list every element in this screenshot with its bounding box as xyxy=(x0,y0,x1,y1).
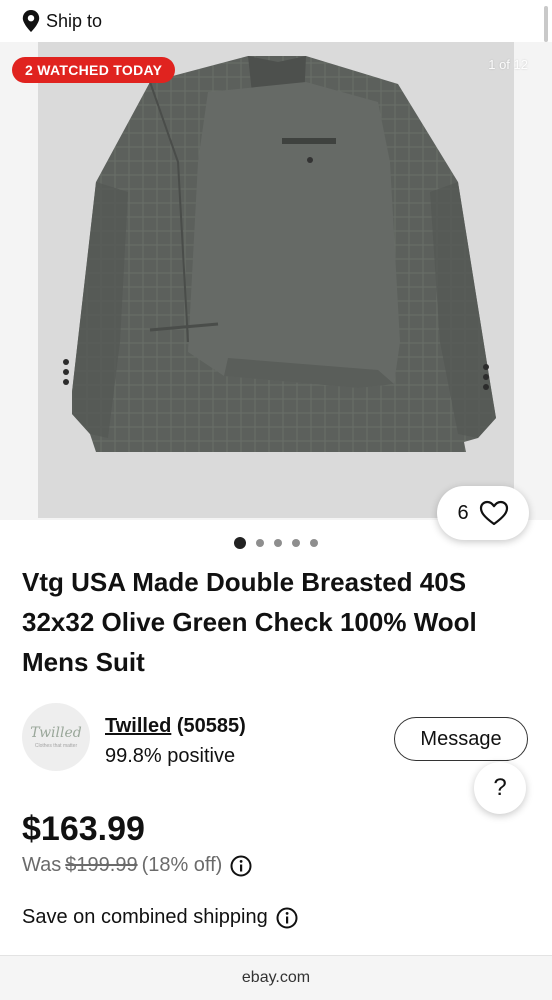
seller-avatar[interactable]: Twilled Clothes that matter xyxy=(22,703,90,771)
scrollbar[interactable] xyxy=(544,6,548,42)
info-icon[interactable] xyxy=(230,855,252,877)
info-icon[interactable] xyxy=(276,907,298,929)
pagination-dot[interactable] xyxy=(256,539,264,547)
pagination-dot[interactable] xyxy=(310,539,318,547)
seller-name-link[interactable]: Twilled xyxy=(105,715,171,737)
was-label: Was xyxy=(22,854,62,876)
original-price: $199.99 xyxy=(65,854,138,876)
watch-count: 6 xyxy=(457,501,469,524)
message-seller-button[interactable]: Message xyxy=(394,717,528,761)
seller-card: Twilled Clothes that matter Twilled (505… xyxy=(22,703,532,783)
browser-url-bar[interactable]: ebay.com xyxy=(0,956,552,1000)
was-price-row: Was $199.99 (18% off) xyxy=(22,854,252,877)
watchlist-button[interactable]: 6 xyxy=(437,486,529,540)
location-pin-icon xyxy=(22,10,40,32)
listing-title: Vtg USA Made Double Breasted 40S 32x32 O… xyxy=(22,567,477,677)
pagination-dot[interactable] xyxy=(274,539,282,547)
image-counter: 1 of 12 xyxy=(488,57,528,72)
current-price: $163.99 xyxy=(22,810,145,848)
combined-shipping-row[interactable]: Save on combined shipping xyxy=(22,906,298,929)
pagination-dot[interactable] xyxy=(292,539,300,547)
seller-feedback-count: (50585) xyxy=(176,715,246,737)
suit-image xyxy=(38,42,514,518)
seller-name-row: Twilled (50585) xyxy=(105,715,246,738)
seller-logo-text: Twilled xyxy=(30,725,82,741)
seller-logo-tagline: Clothes that matter xyxy=(34,743,78,749)
help-button[interactable]: ? xyxy=(474,762,526,814)
url-domain: ebay.com xyxy=(241,969,311,986)
gallery-pagination xyxy=(0,537,552,549)
seller-positive-feedback: 99.8% positive xyxy=(105,745,236,767)
watched-today-badge: 2 WATCHED TODAY xyxy=(12,57,176,83)
combined-shipping-label: Save on combined shipping xyxy=(22,906,268,928)
product-photo[interactable] xyxy=(38,42,514,518)
ship-to-label: Ship to xyxy=(46,10,103,31)
image-gallery[interactable]: 2 WATCHED TODAY 1 of 12 xyxy=(0,42,552,520)
pagination-dot[interactable] xyxy=(234,537,246,549)
ship-to-bar[interactable]: Ship to xyxy=(0,0,552,42)
heart-icon xyxy=(479,500,508,526)
discount-label: (18% off) xyxy=(141,854,223,876)
